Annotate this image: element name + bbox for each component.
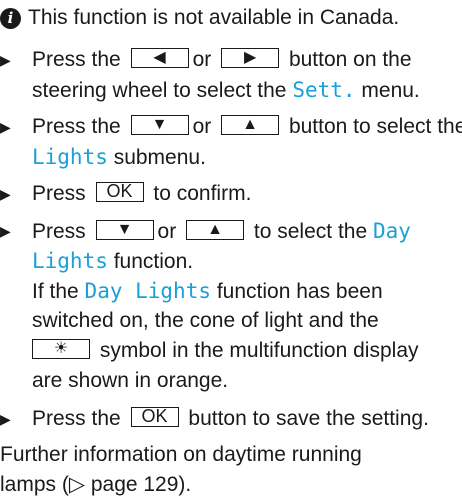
step4-text-h: are shown in orange. [32,369,229,392]
ok-key: OK [130,407,179,428]
step4-line5: ☀ symbol in the multifunction display [32,336,419,366]
manual-page: i This function is not available in Cana… [0,0,462,500]
step2-line2: Lights submenu. [32,142,206,172]
step3-text-a: Press [32,182,86,205]
info-circle-icon: i [0,7,21,29]
down-arrow-key: ▼ [95,220,154,241]
menu-lights: Lights [32,249,108,273]
step5-line1: Press the OK button to save the setting. [32,404,429,434]
step2-text-b: button to select the [288,115,462,138]
step5-text-a: Press the [32,407,121,430]
step2-line1: Press the ▼ or ▲ button to select the [32,112,462,142]
bullet-icon: ▶ [0,411,11,427]
bullet-icon: ▶ [0,119,11,135]
step4-line3: If the Day Lights function has been [32,276,383,306]
info-note: i This function is not available in Cana… [0,3,399,33]
sun-symbol-key: ☀ [32,339,90,360]
step5-text-b: button to save the setting. [188,407,429,430]
menu-sett: Sett. [292,78,356,102]
step2-or: or [192,115,212,138]
step4-text-b: to select the [253,220,368,243]
ok-key: OK [95,182,144,203]
step2-text-a: Press the [32,115,121,138]
step4-text-c: function. [113,250,194,273]
step1-text-d: menu. [361,79,420,102]
step1-text-a: Press the [32,48,121,71]
step1-line1: Press the ◀ or ▶ button on the [32,45,412,75]
footer-page-reference[interactable]: lamps (▷ page 129). [0,470,191,500]
footer-line1: Further information on daytime running [0,443,362,466]
step4-text-d: If the [32,280,79,303]
step4-text-f: switched on, the cone of light and the [32,309,379,332]
step4-text-g: symbol in the multifunction display [99,339,419,362]
down-arrow-key: ▼ [130,115,189,136]
step4-text-a: Press [32,220,86,243]
menu-lights: Lights [32,145,108,169]
step1-text-b: button on the [288,48,412,71]
step3-line1: Press OK to confirm. [32,179,251,209]
step4-line4: switched on, the cone of light and the [32,306,379,336]
left-arrow-key: ◀ [130,48,189,69]
up-arrow-key: ▲ [186,220,245,241]
step1-text-c: steering wheel to select the [32,79,287,102]
bullet-icon: ▶ [0,186,11,202]
up-arrow-key: ▲ [221,115,280,136]
info-note-text: This function is not available in Canada… [28,6,400,29]
step1-or: or [192,48,212,71]
step4-line2: Lights function. [32,246,193,276]
right-arrow-key: ▶ [221,48,280,69]
step1-line2: steering wheel to select the Sett. menu. [32,75,420,105]
step3-text-b: to confirm. [153,182,252,205]
step4-text-e: function has been [216,280,383,303]
step4-or: or [157,220,177,243]
bullet-icon: ▶ [0,52,11,68]
menu-day: Day [372,219,411,243]
menu-day-lights: Day Lights [84,279,211,303]
step2-text-c: submenu. [113,146,206,169]
bullet-icon: ▶ [0,223,11,239]
step4-line1: Press ▼ or ▲ to select the Day [32,216,411,246]
step4-line6: are shown in orange. [32,366,228,396]
